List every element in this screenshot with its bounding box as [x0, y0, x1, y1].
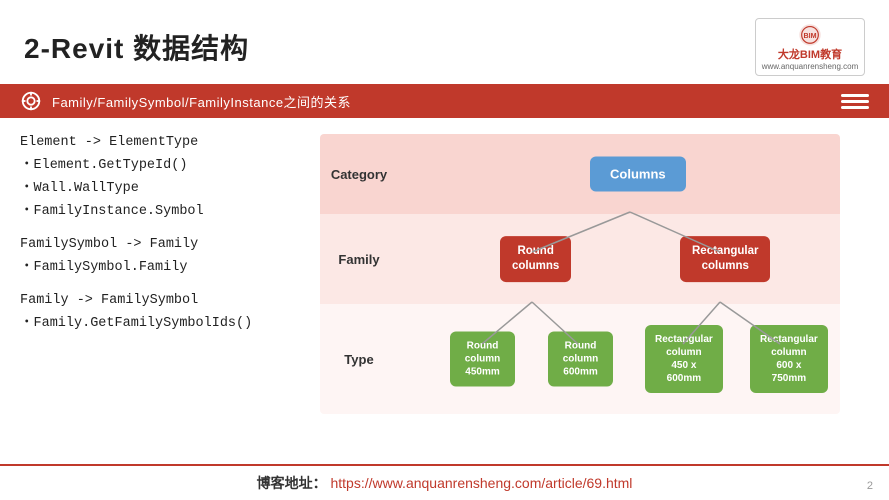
block1-title: Element -> ElementType	[20, 132, 300, 155]
node-round-columns: Round columns	[500, 236, 571, 282]
logo-name: 大龙BIM教育	[778, 49, 842, 62]
logo-website: www.anquanrensheng.com	[762, 62, 859, 71]
header: 2-Revit 数据结构 BIM 大龙BIM教育 www.anquanrensh…	[0, 0, 889, 84]
node-rect-col-600: Rectangular column 600 x 750mm	[750, 325, 828, 393]
footer-url[interactable]: https://www.anquanrensheng.com/article/6…	[330, 475, 632, 491]
row-family-bg: Family Round columns Rectangular columns	[320, 214, 840, 304]
block1-item-3: FamilyInstance.Symbol	[20, 201, 300, 224]
block1-item-1: Element.GetTypeId()	[20, 155, 300, 178]
right-diagram: Category Columns Family Round columns Re…	[320, 128, 869, 478]
type-content: Round column 450mm Round column 600mm Re…	[390, 304, 840, 414]
footer-text: 博客地址： https://www.anquanrensheng.com/art…	[257, 473, 633, 493]
main-content: Element -> ElementType Element.GetTypeId…	[0, 118, 889, 478]
left-text-panel: Element -> ElementType Element.GetTypeId…	[20, 128, 300, 478]
block1-item-2: Wall.WallType	[20, 178, 300, 201]
family-label: Family	[320, 252, 390, 267]
diagram-wrapper: Category Columns Family Round columns Re…	[320, 134, 840, 424]
node-rect-col-450: Rectangular column 450 x 600mm	[645, 325, 723, 393]
logo-box: BIM 大龙BIM教育 www.anquanrensheng.com	[755, 18, 865, 76]
code-block-1: Element -> ElementType Element.GetTypeId…	[20, 132, 300, 224]
code-block-2: FamilySymbol -> Family FamilySymbol.Fami…	[20, 234, 300, 280]
block3-item-1: Family.GetFamilySymbolIds()	[20, 313, 300, 336]
page-title: 2-Revit 数据结构	[24, 27, 249, 67]
svg-text:BIM: BIM	[803, 32, 816, 40]
node-rectangular-columns: Rectangular columns	[680, 236, 770, 282]
node-columns: Columns	[590, 157, 686, 192]
logo-icon: BIM	[794, 23, 826, 47]
code-block-3: Family -> FamilySymbol Family.GetFamilyS…	[20, 290, 300, 336]
banner-lines-icon	[841, 94, 869, 109]
category-label: Category	[320, 167, 390, 182]
target-icon	[20, 90, 42, 112]
row-category-bg: Category Columns	[320, 134, 840, 214]
block2-title: FamilySymbol -> Family	[20, 234, 300, 257]
banner-text: Family/FamilySymbol/FamilyInstance之间的关系	[52, 92, 831, 111]
row-type-bg: Type Round column 450mm Round column 600…	[320, 304, 840, 414]
page-number: 2	[867, 480, 873, 492]
footer-label: 博客地址：	[257, 475, 327, 491]
red-banner: Family/FamilySymbol/FamilyInstance之间的关系	[0, 84, 889, 118]
node-round-col-600: Round column 600mm	[548, 332, 613, 387]
block3-title: Family -> FamilySymbol	[20, 290, 300, 313]
category-content: Columns	[390, 134, 840, 214]
family-content: Round columns Rectangular columns	[390, 214, 840, 304]
type-label: Type	[320, 352, 390, 367]
block2-item-1: FamilySymbol.Family	[20, 257, 300, 280]
footer: 博客地址： https://www.anquanrensheng.com/art…	[0, 464, 889, 500]
node-round-col-450: Round column 450mm	[450, 332, 515, 387]
